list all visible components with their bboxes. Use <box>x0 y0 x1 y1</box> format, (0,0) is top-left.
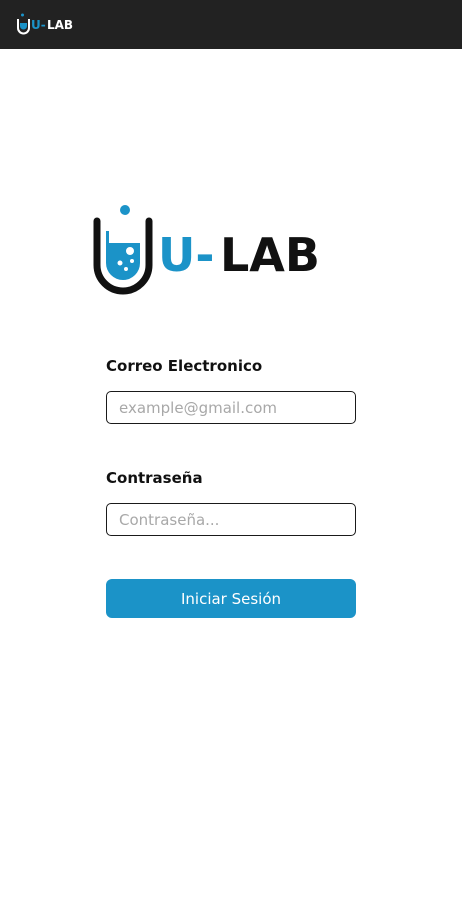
test-tube-icon <box>93 205 153 295</box>
logo-prefix: U- <box>158 228 214 282</box>
password-field[interactable] <box>106 503 356 536</box>
svg-text:LAB: LAB <box>47 18 73 32</box>
email-field[interactable] <box>106 391 356 424</box>
login-button[interactable]: Iniciar Sesión <box>106 579 356 618</box>
ulab-logo-small[interactable]: U- LAB <box>15 12 81 38</box>
ulab-logo-main: U- LAB <box>93 205 320 295</box>
test-tube-icon <box>17 13 30 35</box>
svg-text:U-: U- <box>31 18 46 32</box>
top-navbar: U- LAB <box>0 0 462 49</box>
email-label: Correo Electronico <box>106 357 263 375</box>
password-label: Contraseña <box>106 469 203 487</box>
logo-suffix: LAB <box>220 228 320 282</box>
